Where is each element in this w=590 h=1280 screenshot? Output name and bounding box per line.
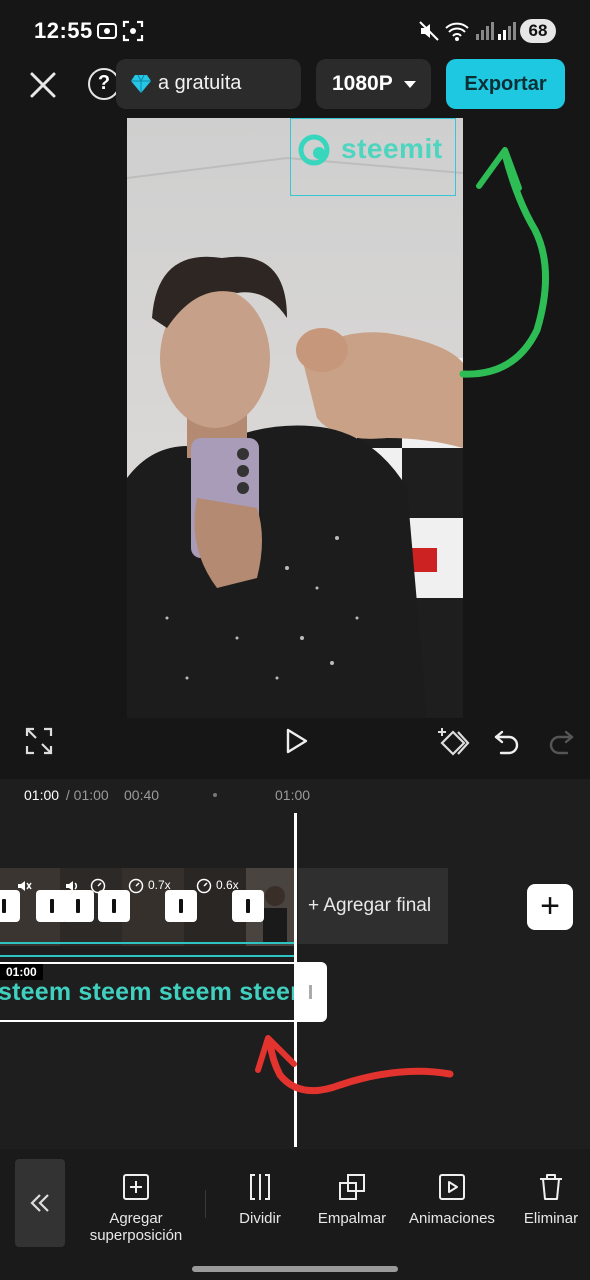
status-bar: 12:55 68	[0, 0, 590, 60]
delete-icon	[540, 1174, 562, 1200]
audio-line	[0, 942, 294, 944]
screenshot-icon	[122, 20, 144, 42]
add-overlay-icon	[123, 1174, 149, 1200]
watermark-text: steemit	[341, 133, 443, 164]
screen-record-icon	[97, 23, 117, 39]
signal-icon-1	[476, 22, 494, 40]
play-icon[interactable]	[281, 726, 311, 756]
keyframe-icon[interactable]	[436, 726, 470, 756]
redo-icon[interactable]	[546, 726, 576, 756]
clip-trim-handle[interactable]	[165, 890, 197, 922]
track-divider	[0, 955, 296, 957]
plus-icon: +	[540, 887, 560, 925]
clip-trim-handle[interactable]	[0, 890, 20, 922]
diamond-icon	[131, 74, 151, 93]
splice-label: Empalmar	[317, 1210, 387, 1227]
splice-icon	[339, 1174, 365, 1200]
collapse-button[interactable]	[15, 1159, 65, 1247]
animations-label: Animaciones	[409, 1210, 495, 1227]
add-clip-button[interactable]: +	[527, 884, 573, 930]
pro-trial-pill[interactable]: a gratuita	[116, 59, 301, 109]
splice-button[interactable]: Empalmar	[312, 1172, 392, 1227]
text-track-duration: 01:00	[0, 964, 43, 980]
animations-button[interactable]: Animaciones	[402, 1172, 502, 1227]
wifi-icon	[445, 22, 469, 41]
fullscreen-icon[interactable]	[24, 726, 54, 756]
text-track-trim-handle[interactable]	[296, 962, 327, 1022]
add-ending-label: + Agregar final	[308, 895, 432, 916]
clip-trim-handle[interactable]	[62, 890, 94, 922]
watermark-overlay[interactable]: steemit	[290, 118, 456, 196]
delete-label: Eliminar	[523, 1210, 579, 1227]
chevron-down-icon	[404, 81, 416, 88]
delete-button[interactable]: Eliminar	[516, 1172, 586, 1227]
ruler-tick-mid: 00:40	[124, 787, 160, 803]
speed-clip-icon	[196, 878, 212, 894]
battery-badge: 68	[520, 19, 556, 43]
ruler-tick-end: 01:00	[275, 787, 311, 803]
mute-icon	[419, 21, 439, 41]
promo-label: a gratuita	[158, 72, 242, 94]
split-button[interactable]: Dividir	[226, 1172, 294, 1227]
resolution-select[interactable]: 1080P	[316, 59, 431, 109]
clip-person-thumb	[263, 886, 287, 944]
clip-trim-handle[interactable]	[232, 890, 264, 922]
annotation-red-arrow	[255, 1035, 454, 1095]
preview-image	[127, 118, 463, 718]
speed-clip-icon	[128, 878, 144, 894]
animations-icon	[439, 1174, 465, 1200]
add-overlay-button[interactable]: Agregar superposición	[84, 1172, 188, 1244]
annotation-green-arrow	[459, 147, 550, 378]
split-label: Dividir	[239, 1210, 281, 1227]
text-track-content: steem steem steem steem	[0, 978, 296, 1006]
double-chevron-left-icon	[30, 1194, 49, 1212]
undo-icon[interactable]	[492, 726, 522, 756]
toolbar-divider	[205, 1190, 206, 1218]
text-overlay-track[interactable]: steem steem steem steem	[0, 962, 296, 1022]
total-time: / 01:00	[62, 787, 109, 803]
ruler-dot	[213, 793, 217, 797]
signal-icon-2	[498, 22, 516, 40]
resolution-label: 1080P	[332, 72, 393, 95]
video-preview[interactable]: steemit	[127, 118, 463, 718]
add-ending-button[interactable]: + Agregar final	[298, 868, 448, 944]
clip-trim-handle[interactable]	[98, 890, 130, 922]
split-icon	[250, 1174, 270, 1200]
status-time: 12:55	[34, 18, 93, 43]
export-button[interactable]: Exportar	[446, 59, 565, 109]
steemit-logo-icon	[298, 134, 330, 166]
close-icon[interactable]	[24, 66, 62, 104]
home-indicator[interactable]	[192, 1266, 398, 1272]
current-time: 01:00	[24, 787, 60, 803]
add-overlay-label: Agregar superposición	[89, 1210, 183, 1244]
